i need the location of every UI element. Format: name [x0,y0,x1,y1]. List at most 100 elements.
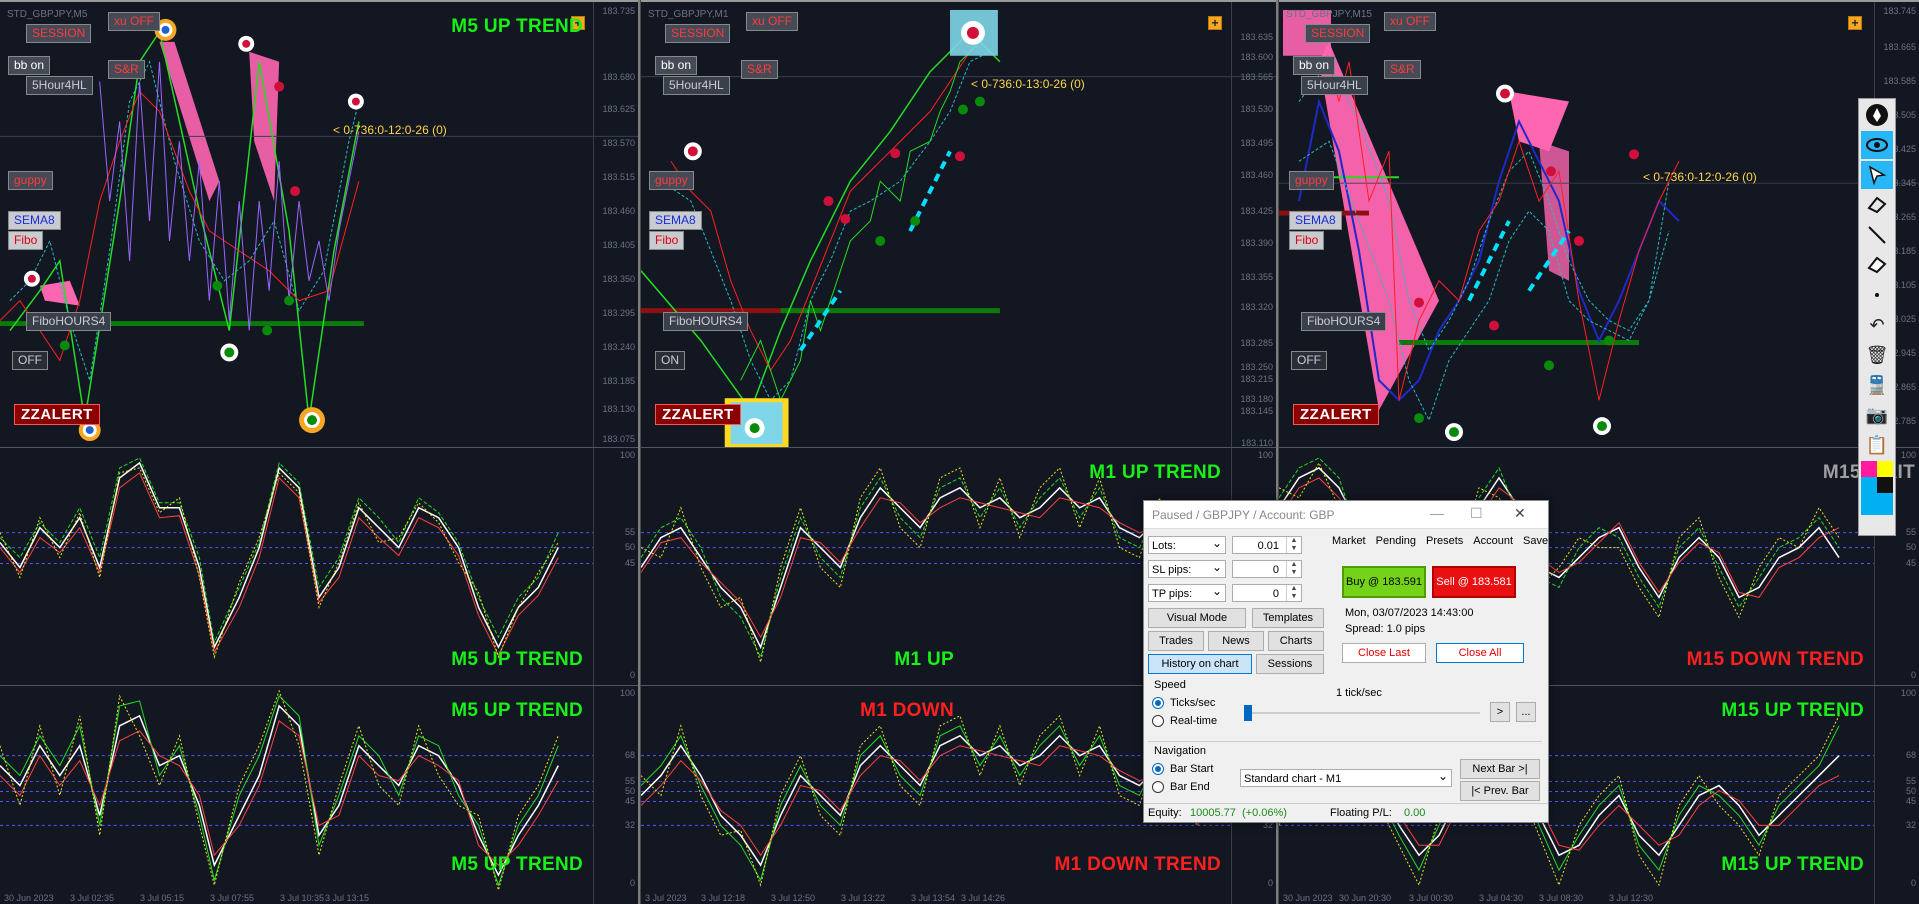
camera-icon[interactable]: 📷 [1861,401,1893,429]
zzalert-badge[interactable]: ZZALERT [14,404,100,425]
templates-button[interactable]: Templates [1252,608,1324,628]
tp-input[interactable]: 0 ▲ ▼ [1232,584,1302,602]
ruler-icon[interactable] [1861,251,1893,279]
tab-save[interactable]: Save [1522,535,1549,547]
oscillator-pane-1[interactable]: M5 UP TREND 100 55 50 45 0 [0,447,638,685]
xu-off-button[interactable]: xu OFF [1384,12,1437,31]
prev-bar-button[interactable]: |< Prev. Bar [1460,781,1540,801]
zzalert-badge[interactable]: ZZALERT [1293,404,1379,425]
eye-icon[interactable] [1861,131,1893,159]
chart-type-select[interactable]: Standard chart - M1 [1240,767,1452,787]
speed-slider[interactable] [1244,712,1480,714]
charts-button[interactable]: Charts [1268,631,1324,651]
sessions-button[interactable]: Sessions [1256,654,1324,674]
bb-on-button[interactable]: bb on [1293,56,1336,75]
spinner-icon[interactable]: ▲ ▼ [1286,585,1301,601]
hour-button[interactable]: 5Hour4HL [663,76,730,95]
fibo-button[interactable]: Fibo [649,231,685,250]
speed-slider-thumb[interactable] [1244,705,1252,721]
trades-button[interactable]: Trades [1148,631,1204,651]
color-swatch-top[interactable] [1861,461,1893,477]
sema8-button[interactable]: SEMA8 [649,211,702,230]
lots-select[interactable]: Lots: [1148,534,1226,554]
bar-end-radio[interactable] [1152,781,1164,793]
hour-button[interactable]: 5Hour4HL [1301,76,1368,95]
color-swatch-mid[interactable] [1861,477,1893,493]
tab-market[interactable]: Market [1331,535,1367,547]
cursor-icon[interactable] [1861,161,1893,189]
toggle-button[interactable]: OFF [12,351,48,370]
line-icon[interactable] [1861,221,1893,249]
more-button[interactable]: ... [1516,702,1536,722]
session-tag[interactable]: SESSION [665,24,731,43]
price-pane[interactable]: STD_GBPJPY,M5 + SESSION xu OFF bb on S&R… [0,0,638,447]
close-icon[interactable]: ✕ [1514,505,1526,522]
sl-input[interactable]: 0 ▲ ▼ [1232,560,1302,578]
market-tabs[interactable]: Market Pending Presets Account Save [1331,535,1549,547]
guppy-button[interactable]: guppy [649,171,694,190]
equity-label: Equity: [1148,807,1182,819]
pen-icon[interactable] [1861,101,1893,129]
spinner-icon[interactable]: ▲ ▼ [1286,561,1301,577]
sr-button[interactable]: S&R [1384,60,1421,79]
realtime-radio[interactable] [1152,715,1164,727]
dialog-titlebar[interactable]: Paused / GBPJPY / Account: GBP — ☐ ✕ [1144,501,1548,529]
sl-select[interactable]: SL pips: [1148,558,1226,578]
guppy-button[interactable]: guppy [1289,171,1334,190]
tab-presets[interactable]: Presets [1425,535,1464,547]
toggle-button[interactable]: ON [655,351,685,370]
session-tag[interactable]: SESSION [1305,24,1371,43]
fibohours-button[interactable]: FiboHOURS4 [26,312,112,331]
next-bar-button[interactable]: Next Bar >| [1460,759,1540,779]
zzalert-badge[interactable]: ZZALERT [655,404,741,425]
xu-off-button[interactable]: xu OFF [108,12,161,31]
tab-account[interactable]: Account [1472,535,1514,547]
trash-icon[interactable]: 🗑 [1861,341,1893,369]
tab-pending[interactable]: Pending [1375,535,1417,547]
clipboard-icon[interactable]: 📋 [1861,431,1893,459]
price-pane[interactable]: STD_GBPJPY,M15 + SESSION xu OFF bb on S&… [1279,0,1919,447]
hour-button[interactable]: 5Hour4HL [26,76,93,95]
sr-button[interactable]: S&R [108,60,145,79]
ticks-radio[interactable] [1152,697,1164,709]
undo-icon[interactable]: ↶ [1861,311,1893,339]
guppy-button[interactable]: guppy [8,171,53,190]
price-pane[interactable]: STD_GBPJPY,M1 + SESSION xu OFF bb on S&R… [641,0,1276,448]
sell-button[interactable]: Sell @ 183.581 [1432,566,1516,598]
trade-panel-dialog[interactable]: Paused / GBPJPY / Account: GBP — ☐ ✕ Lot… [1143,500,1549,823]
bb-on-button[interactable]: bb on [8,56,51,75]
drawing-toolbar[interactable]: ↶ 🗑 🚆 📷 📋 [1858,98,1896,536]
dot-icon[interactable] [1861,281,1893,309]
close-all-button[interactable]: Close All [1436,643,1524,663]
train-icon[interactable]: 🚆 [1861,371,1893,399]
buy-button[interactable]: Buy @ 183.591 [1342,566,1426,598]
fibo-button[interactable]: Fibo [8,231,44,250]
bb-on-button[interactable]: bb on [655,56,698,75]
fibohours-button[interactable]: FiboHOURS4 [1301,312,1387,331]
lots-input[interactable]: 0.01 ▲ ▼ [1232,536,1302,554]
sema8-button[interactable]: SEMA8 [8,211,61,230]
history-on-chart-button[interactable]: History on chart [1148,654,1252,674]
play-button[interactable]: > [1490,702,1510,722]
tp-select[interactable]: TP pips: [1148,582,1226,602]
fibohours-button[interactable]: FiboHOURS4 [663,312,749,331]
bar-start-radio[interactable] [1152,763,1164,775]
toggle-button[interactable]: OFF [1291,351,1327,370]
xu-off-button[interactable]: xu OFF [746,12,799,31]
visual-mode-button[interactable]: Visual Mode [1148,608,1246,628]
maximize-icon[interactable]: ☐ [1470,505,1483,522]
chart-panel-m5[interactable]: STD_GBPJPY,M5 + SESSION xu OFF bb on S&R… [0,0,640,904]
spinner-icon[interactable]: ▲ ▼ [1286,537,1301,553]
sema8-button[interactable]: SEMA8 [1289,211,1342,230]
session-tag[interactable]: SESSION [26,24,92,43]
expand-plus-icon[interactable]: + [1208,16,1222,30]
close-last-button[interactable]: Close Last [1342,643,1426,663]
color-swatch-bottom[interactable] [1861,493,1893,515]
expand-plus-icon[interactable]: + [1848,16,1862,30]
eraser-icon[interactable] [1861,191,1893,219]
oscillator-pane-2[interactable]: M5 UP TREND M5 UP TREND 100 68 55 50 45 32 0 3… [0,685,638,904]
fibo-button[interactable]: Fibo [1289,231,1325,250]
sr-button[interactable]: S&R [741,60,778,79]
minimize-icon[interactable]: — [1430,505,1444,521]
news-button[interactable]: News [1208,631,1264,651]
